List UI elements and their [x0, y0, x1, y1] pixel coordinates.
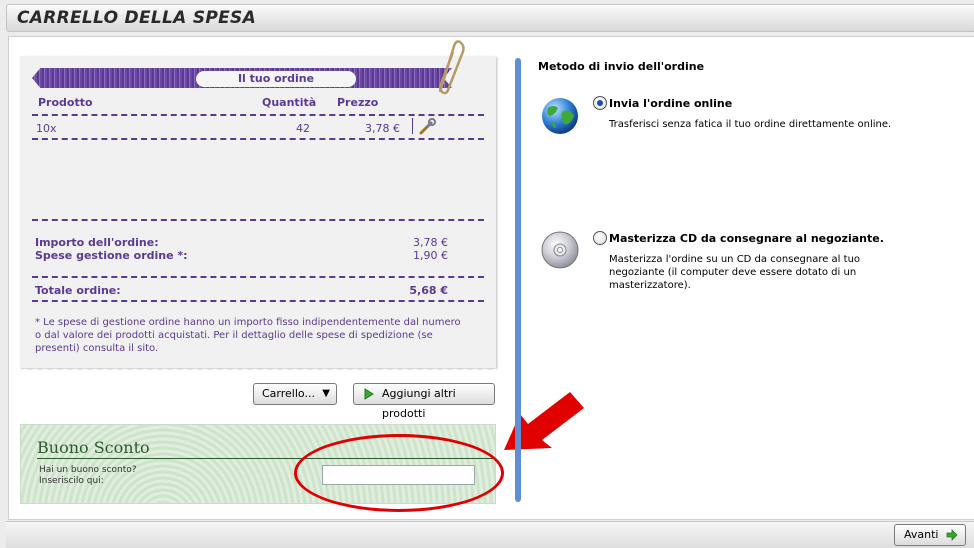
- option-burn-cd-label[interactable]: Masterizza CD da consegnare al negoziant…: [609, 232, 884, 245]
- coupon-question: Hai un buono sconto? Inseriscilo qui:: [39, 465, 137, 487]
- coupon-title: Buono Sconto: [37, 438, 150, 457]
- divider: [32, 114, 484, 116]
- fees-note: * Le spese di gestione ordine hanno un i…: [35, 317, 461, 354]
- total-value: 5,68 €: [409, 284, 448, 297]
- divider: [32, 300, 484, 302]
- amount-value: 3,78 €: [413, 236, 448, 249]
- column-header-price: Prezzo: [337, 96, 379, 109]
- row-product: 10x: [36, 122, 57, 135]
- option-burn-cd-description: Masterizza l'ordine su un CD da consegna…: [609, 254, 861, 291]
- shipping-method-title: Metodo di invio dell'ordine: [538, 60, 705, 73]
- fee-label: Spese gestione ordine *:: [35, 249, 188, 262]
- divider: [32, 219, 484, 221]
- cart-select-button[interactable]: Carrello... ▼: [253, 383, 337, 405]
- row-quantity: 42: [296, 122, 310, 135]
- add-products-button[interactable]: Aggiungi altri prodotti: [353, 383, 495, 420]
- cart-select-label: Carrello...: [262, 387, 315, 400]
- coupon-question-text: Hai un buono sconto?: [39, 465, 137, 475]
- highlight-ellipse: [294, 434, 504, 512]
- next-button[interactable]: Avanti: [894, 524, 966, 546]
- radio-burn-cd[interactable]: [593, 231, 607, 245]
- divider: [32, 138, 484, 140]
- green-arrow-icon: [946, 529, 958, 541]
- next-button-label: Avanti: [904, 528, 939, 541]
- column-header-product: Prodotto: [38, 96, 93, 109]
- bottom-bar: [6, 521, 974, 548]
- chevron-down-icon: ▼: [322, 388, 330, 399]
- cd-icon: [541, 231, 579, 269]
- total-label: Totale ordine:: [35, 284, 121, 297]
- globe-icon: [542, 98, 578, 134]
- order-ticket: Il tuo ordine Prodotto Quantità Prezzo 1…: [20, 51, 496, 373]
- row-separator: [412, 118, 413, 134]
- red-arrow-icon: [504, 392, 584, 450]
- coupon-prompt-text: Inseriscilo qui:: [39, 476, 104, 486]
- section-divider: [515, 58, 521, 502]
- amount-label: Importo dell'ordine:: [35, 236, 159, 249]
- green-arrow-icon: [364, 388, 374, 400]
- option-send-online-description: Trasferisci senza fatica il tuo ordine d…: [609, 119, 892, 130]
- row-price: 3,78 €: [365, 122, 400, 135]
- radio-send-online[interactable]: [593, 96, 607, 110]
- fee-value: 1,90 €: [413, 249, 448, 262]
- page-header: CARRELLO DELLA SPESA: [6, 4, 974, 32]
- page-title: CARRELLO DELLA SPESA: [17, 8, 257, 28]
- ticket-band-label: Il tuo ordine: [196, 71, 356, 87]
- paperclip-icon: [438, 40, 465, 95]
- divider: [32, 276, 484, 278]
- option-send-online-label[interactable]: Invia l'ordine online: [609, 97, 732, 110]
- column-header-quantity: Quantità: [262, 96, 317, 109]
- edit-wrench-icon[interactable]: [418, 118, 436, 136]
